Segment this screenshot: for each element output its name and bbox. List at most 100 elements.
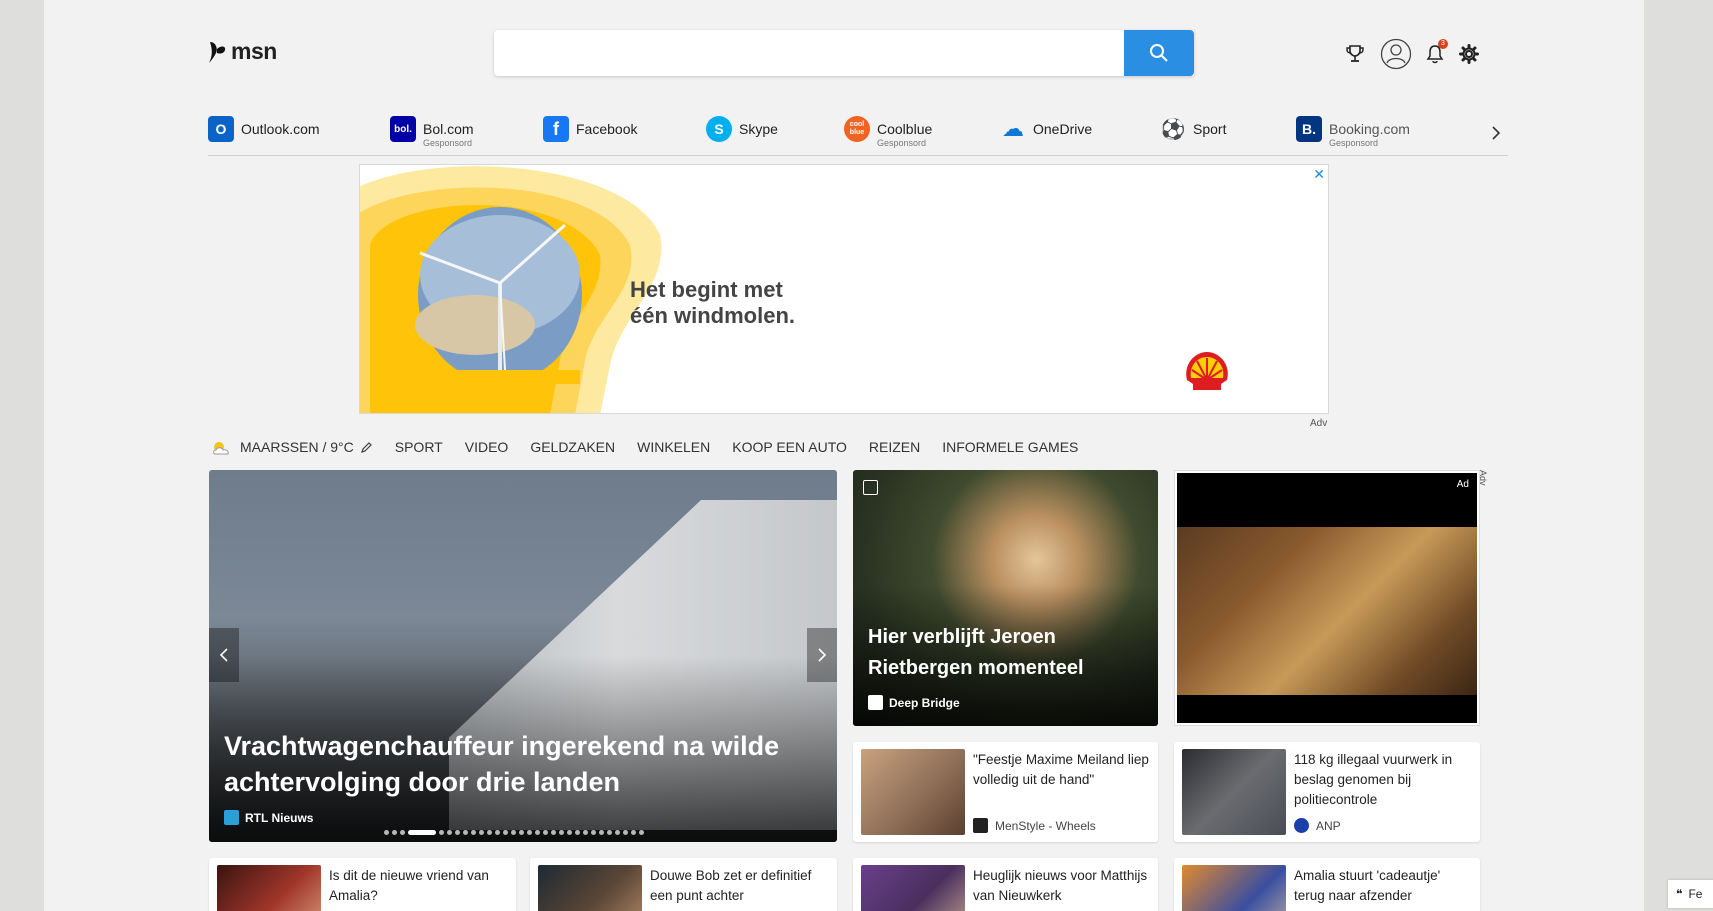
- news-card[interactable]: Douwe Bob zet er definitief een punt ach…: [530, 858, 837, 911]
- facebook-icon: f: [543, 116, 569, 142]
- ad-close-icon[interactable]: ✕: [1313, 166, 1325, 183]
- carousel-dot[interactable]: [463, 830, 468, 835]
- carousel-dot[interactable]: [607, 830, 612, 835]
- nav-item-informele-games[interactable]: INFORMELE GAMES: [942, 439, 1078, 455]
- news-card[interactable]: "Feestje Maxime Meiland liep volledig ui…: [853, 742, 1158, 842]
- weather-widget[interactable]: MAARSSEN / 9°C: [210, 438, 373, 456]
- logo-text: msn: [231, 38, 277, 64]
- carousel-dot[interactable]: [479, 830, 484, 835]
- trophy-icon: [1346, 45, 1364, 62]
- card-source: MenStyle - Wheels: [973, 818, 1096, 833]
- carousel-dot[interactable]: [591, 830, 596, 835]
- card-thumbnail: [1182, 865, 1286, 911]
- notifications-button[interactable]: 3: [1421, 39, 1449, 68]
- video-ad[interactable]: Ad: [1174, 470, 1480, 726]
- quicklink-outlook[interactable]: O Outlook.com: [208, 116, 320, 142]
- carousel-dot[interactable]: [511, 830, 516, 835]
- quicklink-sport[interactable]: ⚽ Sport: [1160, 116, 1227, 142]
- account-button[interactable]: [1380, 38, 1412, 70]
- nav-item-sport[interactable]: SPORT: [395, 439, 443, 455]
- quicklink-facebook[interactable]: f Facebook: [543, 116, 637, 142]
- carousel-dot[interactable]: [567, 830, 572, 835]
- rewards-button[interactable]: [1341, 40, 1369, 68]
- bol-icon: bol.: [390, 116, 416, 142]
- carousel-dot[interactable]: [599, 830, 604, 835]
- nav-item-koop-een-auto[interactable]: KOOP EEN AUTO: [732, 439, 847, 455]
- source-name: ANP: [1316, 818, 1341, 833]
- sponsored-label: Gesponsord: [1329, 138, 1379, 148]
- carousel-dot[interactable]: [495, 830, 500, 835]
- menstyle-icon: [973, 818, 988, 833]
- sport-icon: ⚽: [1160, 118, 1186, 141]
- card-thumbnail: [1182, 749, 1286, 835]
- search-button[interactable]: [1124, 30, 1194, 76]
- quicklink-label: OneDrive: [1033, 121, 1093, 137]
- quicklink-label: Facebook: [576, 121, 638, 137]
- carousel-dot[interactable]: [519, 830, 524, 835]
- carousel-dot[interactable]: [400, 830, 405, 835]
- nav-item-geldzaken[interactable]: GELDZAKEN: [530, 439, 615, 455]
- nav-item-reizen[interactable]: REIZEN: [869, 439, 920, 455]
- news-card[interactable]: 118 kg illegaal vuurwerk in beslag genom…: [1174, 742, 1480, 842]
- carousel-next-button[interactable]: [807, 628, 837, 682]
- carousel-dot[interactable]: [559, 830, 564, 835]
- weather-location: MAARSSEN / 9°C: [240, 439, 354, 455]
- news-card[interactable]: Heuglijk nieuws voor Matthijs van Nieuwk…: [853, 858, 1158, 911]
- carousel-dot[interactable]: [487, 830, 492, 835]
- carousel-dot[interactable]: [551, 830, 556, 835]
- carousel-dot[interactable]: [583, 830, 588, 835]
- carousel-dot[interactable]: [392, 830, 397, 835]
- source-name: Deep Bridge: [889, 695, 960, 710]
- news-card[interactable]: Is dit de nieuwe vriend van Amalia?: [209, 858, 516, 911]
- carousel-dot[interactable]: [575, 830, 580, 835]
- carousel-dots[interactable]: [384, 830, 644, 835]
- carousel-prev-button[interactable]: [209, 628, 239, 682]
- quicklink-label: Booking.com: [1329, 121, 1410, 137]
- search-box[interactable]: [494, 30, 1194, 76]
- video-player[interactable]: Ad: [1177, 473, 1477, 723]
- quicklink-onedrive[interactable]: ☁ OneDrive: [1000, 116, 1092, 142]
- hero-headline[interactable]: Vrachtwagenchauffeur ingerekend na wilde…: [224, 728, 814, 800]
- carousel-dot[interactable]: [631, 830, 636, 835]
- settings-button[interactable]: [1455, 40, 1483, 68]
- carousel-dot[interactable]: [543, 830, 548, 835]
- quicklink-skype[interactable]: S Skype: [706, 116, 778, 142]
- feedback-icon: ❝: [1676, 887, 1683, 901]
- carousel-dot[interactable]: [535, 830, 540, 835]
- quicklink-coolblue[interactable]: cool blue Coolblue Gesponsord: [844, 116, 932, 148]
- feedback-button[interactable]: ❝ Fe: [1668, 880, 1713, 908]
- card-thumbnail: [217, 865, 321, 911]
- carousel-dot[interactable]: [384, 830, 389, 835]
- quicklink-bol[interactable]: bol. Bol.com Gesponsord: [390, 116, 474, 148]
- carousel-dot[interactable]: [447, 830, 452, 835]
- carousel-dot[interactable]: [623, 830, 628, 835]
- shell-emblem-image: [360, 166, 662, 413]
- carousel-dot[interactable]: [639, 830, 644, 835]
- nav-item-winkelen[interactable]: WINKELEN: [637, 439, 710, 455]
- carousel-dot[interactable]: [439, 830, 444, 835]
- carousel-dot[interactable]: [503, 830, 508, 835]
- shell-ad-banner[interactable]: Het begint met één windmolen. ✕: [359, 164, 1329, 414]
- partly-cloudy-icon: [213, 442, 229, 455]
- carousel-dot[interactable]: [455, 830, 460, 835]
- news-card[interactable]: Amalia stuurt 'cadeautje' terug naar afz…: [1174, 858, 1480, 911]
- quicklink-label: Skype: [739, 121, 778, 137]
- card-thumbnail: [538, 865, 642, 911]
- card-source: ANP: [1294, 818, 1341, 833]
- msn-logo[interactable]: msn: [207, 38, 277, 65]
- hero-carousel[interactable]: Vrachtwagenchauffeur ingerekend na wilde…: [209, 470, 837, 842]
- edit-pencil-icon[interactable]: [360, 441, 373, 454]
- search-input[interactable]: [494, 30, 1194, 76]
- feature-card[interactable]: Hier verblijft Jeroen Rietbergen momente…: [853, 470, 1158, 726]
- quicklinks-next-button[interactable]: [1485, 122, 1507, 144]
- carousel-dot[interactable]: [408, 830, 436, 835]
- carousel-dot[interactable]: [471, 830, 476, 835]
- skype-icon: S: [706, 116, 732, 142]
- chevron-right-icon: [818, 648, 827, 662]
- carousel-dot[interactable]: [615, 830, 620, 835]
- quicklink-booking[interactable]: B. Booking.com Gesponsord: [1296, 116, 1410, 148]
- carousel-dot[interactable]: [527, 830, 532, 835]
- video-adv-label: Adv: [1478, 470, 1488, 486]
- rtl-nieuws-icon: [224, 810, 239, 825]
- nav-item-video[interactable]: VIDEO: [465, 439, 509, 455]
